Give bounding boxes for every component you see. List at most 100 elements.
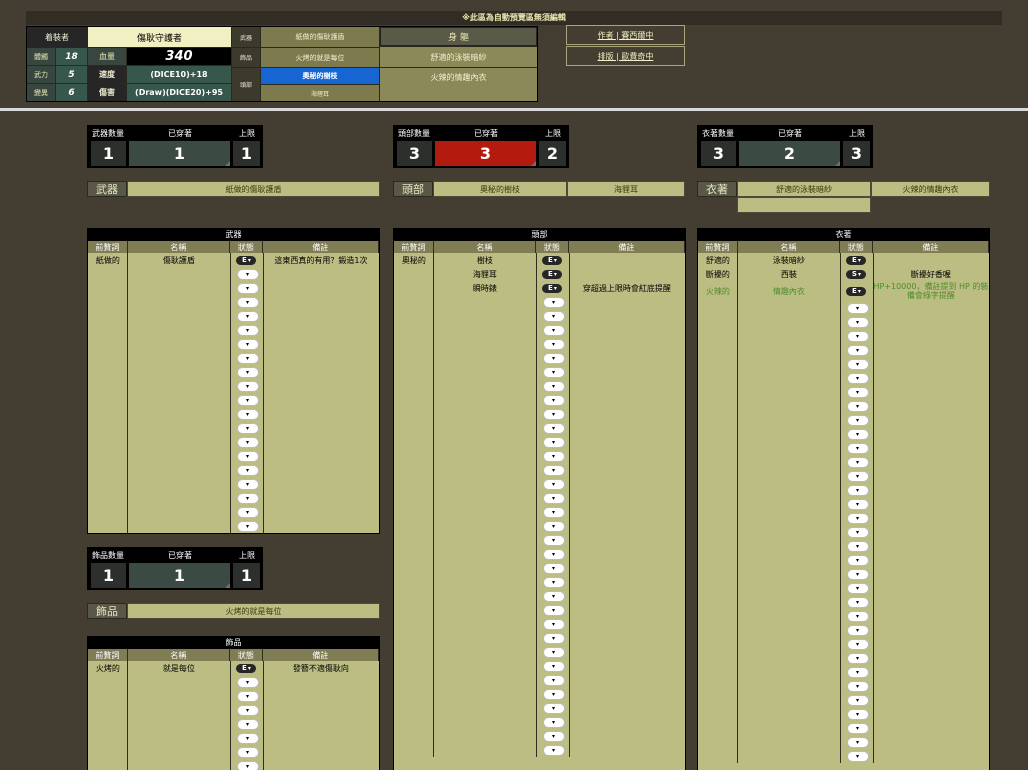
empty-state-dropdown[interactable]: ▾ [543,409,564,419]
empty-state-dropdown[interactable]: ▾ [237,339,258,349]
empty-state-dropdown[interactable]: ▾ [543,381,564,391]
empty-state-dropdown[interactable]: ▾ [543,339,564,349]
empty-state-dropdown[interactable]: ▾ [543,353,564,363]
empty-state-dropdown[interactable]: ▾ [237,381,258,391]
empty-state-dropdown[interactable]: ▾ [847,653,868,663]
empty-state-dropdown[interactable]: ▾ [237,409,258,419]
empty-state-dropdown[interactable]: ▾ [237,451,258,461]
author-link[interactable]: 作者 | 賽西爾中 [566,25,685,45]
empty-state-dropdown[interactable]: ▾ [543,535,564,545]
empty-state-dropdown[interactable]: ▾ [237,325,258,335]
row-state-dropdown[interactable]: E ▾ [236,663,257,673]
empty-state-dropdown[interactable]: ▾ [847,709,868,719]
empty-state-dropdown[interactable]: ▾ [847,457,868,467]
empty-state-dropdown[interactable]: ▾ [847,695,868,705]
empty-state-dropdown[interactable]: ▾ [543,703,564,713]
empty-state-dropdown[interactable]: ▾ [237,283,258,293]
empty-state-dropdown[interactable]: ▾ [847,485,868,495]
empty-state-dropdown[interactable]: ▾ [543,549,564,559]
empty-state-dropdown[interactable]: ▾ [543,437,564,447]
empty-state-dropdown[interactable]: ▾ [847,723,868,733]
empty-state-dropdown[interactable]: ▾ [543,633,564,643]
empty-state-dropdown[interactable]: ▾ [847,541,868,551]
empty-state-dropdown[interactable]: ▾ [847,443,868,453]
empty-state-dropdown[interactable]: ▾ [543,563,564,573]
empty-state-dropdown[interactable]: ▾ [237,479,258,489]
row-state-dropdown[interactable]: E ▾ [236,255,257,265]
empty-state-dropdown[interactable]: ▾ [847,499,868,509]
row-state-dropdown[interactable]: E ▾ [846,286,867,296]
empty-state-dropdown[interactable]: ▾ [237,761,258,770]
empty-state-dropdown[interactable]: ▾ [543,311,564,321]
empty-state-dropdown[interactable]: ▾ [543,619,564,629]
empty-state-dropdown[interactable]: ▾ [847,569,868,579]
empty-state-dropdown[interactable]: ▾ [543,507,564,517]
layout-link[interactable]: 排版 | 歐費奇中 [566,46,685,66]
row-state-dropdown[interactable]: E ▾ [846,255,867,265]
empty-state-dropdown[interactable]: ▾ [237,311,258,321]
empty-state-dropdown[interactable]: ▾ [237,677,258,687]
empty-state-dropdown[interactable]: ▾ [237,423,258,433]
empty-state-dropdown[interactable]: ▾ [237,493,258,503]
empty-state-dropdown[interactable]: ▾ [847,583,868,593]
empty-state-dropdown[interactable]: ▾ [847,345,868,355]
empty-state-dropdown[interactable]: ▾ [847,429,868,439]
empty-state-dropdown[interactable]: ▾ [543,745,564,755]
empty-state-dropdown[interactable]: ▾ [237,437,258,447]
empty-state-dropdown[interactable]: ▾ [543,325,564,335]
empty-state-dropdown[interactable]: ▾ [543,647,564,657]
empty-state-dropdown[interactable]: ▾ [847,303,868,313]
empty-state-dropdown[interactable]: ▾ [847,471,868,481]
empty-state-dropdown[interactable]: ▾ [543,675,564,685]
row-state-dropdown[interactable]: S ▾ [846,269,867,279]
empty-state-dropdown[interactable]: ▾ [847,611,868,621]
empty-state-dropdown[interactable]: ▾ [847,331,868,341]
empty-state-dropdown[interactable]: ▾ [237,733,258,743]
empty-state-dropdown[interactable]: ▾ [543,717,564,727]
empty-state-dropdown[interactable]: ▾ [847,681,868,691]
empty-state-dropdown[interactable]: ▾ [847,527,868,537]
empty-state-dropdown[interactable]: ▾ [543,521,564,531]
empty-state-dropdown[interactable]: ▾ [543,479,564,489]
empty-state-dropdown[interactable]: ▾ [847,751,868,761]
empty-state-dropdown[interactable]: ▾ [543,423,564,433]
empty-state-dropdown[interactable]: ▾ [237,395,258,405]
empty-state-dropdown[interactable]: ▾ [543,577,564,587]
empty-state-dropdown[interactable]: ▾ [543,451,564,461]
empty-state-dropdown[interactable]: ▾ [543,367,564,377]
empty-state-dropdown[interactable]: ▾ [237,521,258,531]
empty-state-dropdown[interactable]: ▾ [237,465,258,475]
empty-state-dropdown[interactable]: ▾ [847,415,868,425]
empty-state-dropdown[interactable]: ▾ [847,667,868,677]
empty-state-dropdown[interactable]: ▾ [543,661,564,671]
empty-state-dropdown[interactable]: ▾ [847,317,868,327]
empty-state-dropdown[interactable]: ▾ [543,731,564,741]
empty-state-dropdown[interactable]: ▾ [237,691,258,701]
empty-state-dropdown[interactable]: ▾ [543,395,564,405]
empty-state-dropdown[interactable]: ▾ [847,625,868,635]
empty-state-dropdown[interactable]: ▾ [847,373,868,383]
row-state-dropdown[interactable]: E ▾ [542,283,563,293]
empty-state-dropdown[interactable]: ▾ [237,705,258,715]
empty-state-dropdown[interactable]: ▾ [543,605,564,615]
empty-state-dropdown[interactable]: ▾ [543,297,564,307]
empty-state-dropdown[interactable]: ▾ [543,493,564,503]
empty-state-dropdown[interactable]: ▾ [847,737,868,747]
empty-state-dropdown[interactable]: ▾ [237,367,258,377]
empty-state-dropdown[interactable]: ▾ [237,353,258,363]
empty-state-dropdown[interactable]: ▾ [543,465,564,475]
empty-state-dropdown[interactable]: ▾ [847,401,868,411]
empty-state-dropdown[interactable]: ▾ [847,597,868,607]
empty-state-dropdown[interactable]: ▾ [543,689,564,699]
row-state-dropdown[interactable]: E ▾ [542,269,563,279]
empty-state-dropdown[interactable]: ▾ [237,269,258,279]
empty-state-dropdown[interactable]: ▾ [847,639,868,649]
empty-state-dropdown[interactable]: ▾ [847,513,868,523]
empty-state-dropdown[interactable]: ▾ [847,387,868,397]
empty-state-dropdown[interactable]: ▾ [847,359,868,369]
empty-state-dropdown[interactable]: ▾ [543,591,564,601]
empty-state-dropdown[interactable]: ▾ [237,719,258,729]
empty-state-dropdown[interactable]: ▾ [847,555,868,565]
empty-state-dropdown[interactable]: ▾ [237,507,258,517]
empty-state-dropdown[interactable]: ▾ [237,747,258,757]
